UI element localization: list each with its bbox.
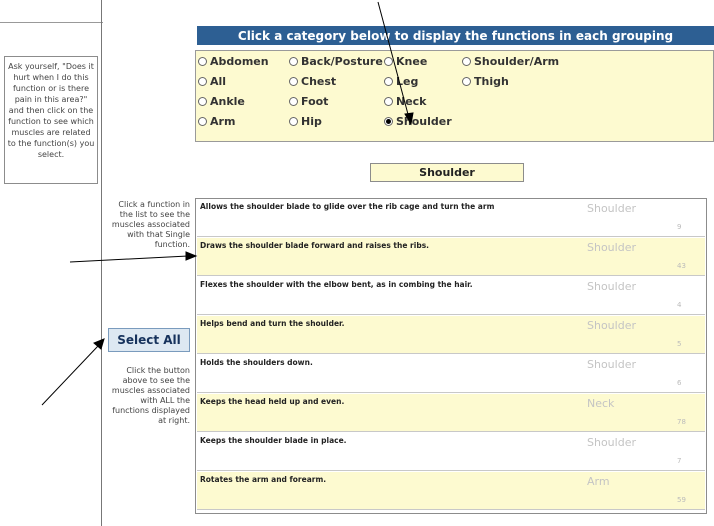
function-row[interactable]: Flexes the shoulder with the elbow bent,… (197, 277, 705, 315)
function-category: Arm (587, 475, 610, 488)
radio-checked-icon (384, 117, 393, 126)
instructions-text: Ask yourself, "Does it hurt when I do th… (7, 62, 95, 159)
category-radio-chest[interactable]: Chest (289, 75, 336, 88)
category-label: Arm (210, 115, 236, 128)
radio-unchecked-icon (384, 97, 393, 106)
category-label: Knee (396, 55, 428, 68)
instructions-box: Ask yourself, "Does it hurt when I do th… (4, 56, 98, 184)
function-row[interactable]: Holds the shoulders down. Shoulder 6 (197, 355, 705, 393)
function-row[interactable]: Keeps the head held up and even. Neck 78 (197, 394, 705, 432)
category-radio-leg[interactable]: Leg (384, 75, 418, 88)
function-description: Flexes the shoulder with the elbow bent,… (200, 280, 473, 289)
category-label: Ankle (210, 95, 245, 108)
function-id: 6 (677, 379, 682, 387)
function-id: 43 (677, 262, 686, 270)
function-category: Shoulder (587, 280, 636, 293)
category-label: Shoulder (396, 115, 452, 128)
category-label: Abdomen (210, 55, 269, 68)
category-radio-ankle[interactable]: Ankle (198, 95, 245, 108)
category-radio-shoulder[interactable]: Shoulder (384, 115, 452, 128)
radio-unchecked-icon (198, 97, 207, 106)
selected-category-label: Shoulder (370, 163, 524, 182)
function-description: Draws the shoulder blade forward and rai… (200, 241, 430, 250)
function-id: 5 (677, 340, 682, 348)
function-category: Shoulder (587, 319, 636, 332)
category-radio-neck[interactable]: Neck (384, 95, 427, 108)
function-description: Allows the shoulder blade to glide over … (200, 202, 495, 211)
function-row[interactable]: Allows the shoulder blade to glide over … (197, 199, 705, 237)
category-label: All (210, 75, 227, 88)
category-label: Neck (396, 95, 427, 108)
category-radio-abdomen[interactable]: Abdomen (198, 55, 269, 68)
radio-unchecked-icon (384, 57, 393, 66)
function-row[interactable]: Draws the shoulder blade forward and rai… (197, 238, 705, 276)
function-category: Shoulder (587, 241, 636, 254)
function-description: Helps bend and turn the shoulder. (200, 319, 345, 328)
function-category: Shoulder (587, 202, 636, 215)
category-radio-arm[interactable]: Arm (198, 115, 235, 128)
category-radio-shoulder-arm[interactable]: Shoulder/Arm (462, 55, 559, 68)
function-row[interactable]: Rotates the arm and forearm. Arm 59 (197, 472, 705, 510)
function-id: 59 (677, 496, 686, 504)
radio-unchecked-icon (289, 117, 298, 126)
divider (101, 0, 102, 526)
radio-unchecked-icon (289, 77, 298, 86)
function-id: 7 (677, 457, 682, 465)
category-label: Back/Posture (301, 55, 383, 68)
function-category: Neck (587, 397, 615, 410)
category-radio-knee[interactable]: Knee (384, 55, 427, 68)
function-description: Holds the shoulders down. (200, 358, 313, 367)
divider (0, 22, 103, 23)
category-panel: Abdomen Back/Posture Knee Shoulder/Arm All Ch… (195, 50, 714, 142)
category-label: Thigh (474, 75, 509, 88)
category-radio-all[interactable]: All (198, 75, 226, 88)
category-label: Leg (396, 75, 419, 88)
select-all-help: Click the button above to see the muscle… (111, 366, 190, 425)
radio-unchecked-icon (462, 77, 471, 86)
category-radio-hip[interactable]: Hip (289, 115, 322, 128)
category-label: Chest (301, 75, 337, 88)
function-category: Shoulder (587, 358, 636, 371)
radio-unchecked-icon (384, 77, 393, 86)
function-row[interactable]: Keeps the shoulder blade in place. Should… (197, 433, 705, 471)
radio-unchecked-icon (289, 97, 298, 106)
function-id: 78 (677, 418, 686, 426)
category-header: Click a category below to display the fu… (197, 26, 714, 45)
radio-unchecked-icon (289, 57, 298, 66)
select-all-button[interactable]: Select All (108, 328, 190, 352)
category-label: Hip (301, 115, 322, 128)
category-label: Foot (301, 95, 329, 108)
function-list: Allows the shoulder blade to glide over … (195, 198, 707, 514)
category-label: Shoulder/Arm (474, 55, 560, 68)
function-id: 9 (677, 223, 682, 231)
function-row[interactable]: Helps bend and turn the shoulder. Shoulde… (197, 316, 705, 354)
click-function-help: Click a function in the list to see the … (111, 200, 190, 249)
radio-unchecked-icon (198, 77, 207, 86)
function-description: Keeps the shoulder blade in place. (200, 436, 347, 445)
category-radio-foot[interactable]: Foot (289, 95, 328, 108)
function-description: Rotates the arm and forearm. (200, 475, 327, 484)
radio-unchecked-icon (198, 57, 207, 66)
radio-unchecked-icon (462, 57, 471, 66)
category-radio-back-posture[interactable]: Back/Posture (289, 55, 383, 68)
function-description: Keeps the head held up and even. (200, 397, 345, 406)
category-radio-thigh[interactable]: Thigh (462, 75, 509, 88)
radio-unchecked-icon (198, 117, 207, 126)
function-category: Shoulder (587, 436, 636, 449)
function-id: 4 (677, 301, 682, 309)
